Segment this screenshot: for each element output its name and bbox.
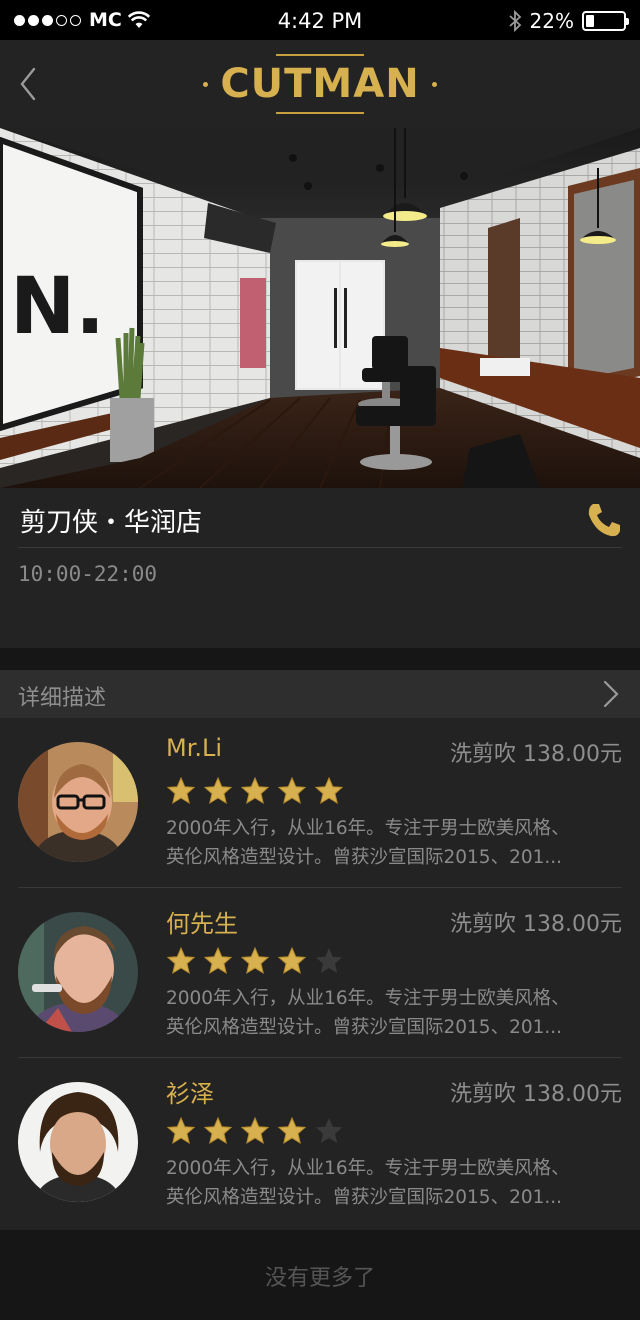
- cutman-logo: CUTMAN: [0, 52, 640, 116]
- star-filled-icon: [166, 946, 196, 975]
- barber-item[interactable]: 何先生 洗剪吹 138.00元 2000年入行，从业16年。专注于男士欧美风格、…: [0, 888, 640, 1058]
- star-filled-icon: [203, 1116, 233, 1145]
- barber-item[interactable]: 衫泽 洗剪吹 138.00元 2000年入行，从业16年。专注于男士欧美风格、 …: [0, 1058, 640, 1228]
- barber-item[interactable]: Mr.Li 洗剪吹 138.00元 2000年入行，从业16年。专注于男士欧美风…: [0, 718, 640, 888]
- barber-avatar: [18, 742, 138, 862]
- bluetooth-icon: [508, 10, 521, 32]
- star-filled-icon: [277, 776, 307, 805]
- section-spacer: [0, 648, 640, 670]
- list-footer: 没有更多了: [0, 1230, 640, 1320]
- barber-avatar: [18, 1082, 138, 1202]
- divider: [18, 547, 622, 548]
- star-empty-icon: [316, 948, 342, 973]
- barber-bio: 2000年入行，从业16年。专注于男士欧美风格、 英伦风格造型设计。曾获沙宣国际…: [166, 988, 570, 1038]
- star-filled-icon: [240, 946, 270, 975]
- barber-bio: 2000年入行，从业16年。专注于男士欧美风格、 英伦风格造型设计。曾获沙宣国际…: [166, 818, 570, 868]
- star-filled-icon: [203, 776, 233, 805]
- star-filled-icon: [240, 776, 270, 805]
- svg-text:N.: N.: [10, 262, 105, 352]
- store-info: 剪刀侠・华润店 10:00-22:00: [0, 488, 640, 648]
- barber-name: 何先生: [166, 910, 238, 938]
- logo-ornament-bottom: [276, 112, 364, 114]
- status-bar: MC 4:42 PM 22%: [0, 0, 640, 40]
- star-rating: [166, 1116, 344, 1146]
- phone-icon[interactable]: [584, 500, 624, 540]
- barber-bio: 2000年入行，从业16年。专注于男士欧美风格、 英伦风格造型设计。曾获沙宣国际…: [166, 1158, 570, 1208]
- no-more-label: 没有更多了: [264, 1266, 375, 1291]
- barber-list: Mr.Li 洗剪吹 138.00元 2000年入行，从业16年。专注于男士欧美风…: [0, 718, 640, 1230]
- star-filled-icon: [166, 776, 196, 805]
- barber-name: 衫泽: [166, 1080, 214, 1108]
- star-filled-icon: [240, 1116, 270, 1145]
- description-title: 详细描述: [18, 686, 107, 711]
- battery-level: [586, 15, 594, 27]
- star-rating: [166, 946, 344, 976]
- star-rating: [166, 776, 344, 806]
- star-filled-icon: [277, 1116, 307, 1145]
- battery-percent: 22%: [529, 9, 574, 33]
- nav-bar: CUTMAN: [0, 40, 640, 128]
- service-price: 洗剪吹 138.00元: [450, 912, 622, 937]
- store-photo: N.: [0, 128, 640, 488]
- service-price: 洗剪吹 138.00元: [450, 1082, 622, 1107]
- battery-icon: [582, 11, 629, 31]
- chevron-right-icon: [603, 680, 619, 708]
- service-price: 洗剪吹 138.00元: [450, 742, 622, 767]
- description-row[interactable]: 详细描述: [0, 670, 640, 718]
- store-name: 剪刀侠・华润店: [20, 508, 203, 538]
- store-hours: 10:00-22:00: [18, 562, 158, 586]
- star-filled-icon: [203, 946, 233, 975]
- barber-avatar: [18, 912, 138, 1032]
- barbershop-interior-image: N.: [0, 128, 640, 488]
- star-filled-icon: [277, 946, 307, 975]
- star-empty-icon: [316, 1118, 342, 1143]
- star-filled-icon: [314, 776, 344, 805]
- barber-name: Mr.Li: [166, 734, 223, 762]
- star-filled-icon: [166, 1116, 196, 1145]
